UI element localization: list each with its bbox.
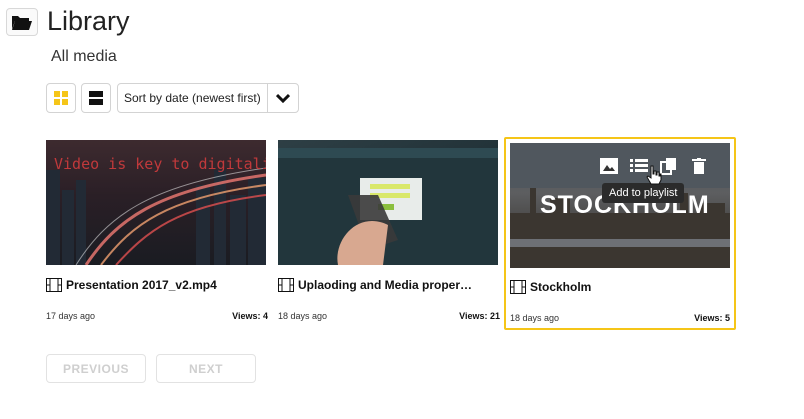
media-title: Uplaoding and Media proper…	[278, 278, 502, 292]
media-thumbnail[interactable]: Video is key to digitalization	[46, 140, 266, 265]
media-card[interactable]: Video is key to digitalization Presentat…	[46, 140, 270, 324]
previous-button[interactable]: PREVIOUS	[46, 354, 146, 383]
library-icon-box	[6, 8, 38, 36]
next-button[interactable]: NEXT	[156, 354, 256, 383]
thumbnail-caption: Video is key to digitalization	[54, 155, 266, 173]
media-title: Presentation 2017_v2.mp4	[46, 278, 270, 292]
sort-label: Sort by date (newest first)	[118, 84, 268, 112]
list-view-button[interactable]	[81, 83, 111, 113]
media-views: Views: 21	[459, 311, 500, 321]
folder-open-icon	[12, 16, 32, 30]
media-title-text: Uplaoding and Media proper…	[298, 278, 473, 292]
image-icon[interactable]	[600, 157, 618, 175]
media-thumbnail[interactable]: STOCKHOLM Add to playlist	[510, 143, 730, 268]
page-subtitle: All media	[51, 48, 117, 65]
chevron-down-icon[interactable]	[268, 84, 298, 112]
pagination: PREVIOUS NEXT	[46, 354, 256, 383]
media-date: 17 days ago	[46, 311, 96, 321]
toolbar: Sort by date (newest first)	[46, 83, 299, 113]
film-icon	[278, 278, 294, 292]
media-views: Views: 4	[232, 311, 268, 321]
media-date: 18 days ago	[510, 313, 560, 323]
sort-select[interactable]: Sort by date (newest first)	[117, 83, 299, 113]
page-title: Library	[47, 6, 130, 36]
trash-icon[interactable]	[690, 157, 708, 175]
copy-icon[interactable]	[660, 157, 678, 175]
media-thumbnail[interactable]	[278, 140, 498, 265]
hand-cursor-icon	[646, 165, 662, 185]
media-title-text: Stockholm	[530, 280, 592, 294]
film-icon	[510, 280, 526, 294]
media-card[interactable]: Uplaoding and Media proper… 18 days ago …	[278, 140, 502, 324]
media-title-text: Presentation 2017_v2.mp4	[66, 278, 217, 292]
media-date: 18 days ago	[278, 311, 328, 321]
media-views: Views: 5	[694, 313, 730, 323]
list-view-icon	[89, 91, 103, 105]
grid-view-button[interactable]	[46, 83, 76, 113]
film-icon	[46, 278, 62, 292]
media-title: Stockholm	[510, 280, 734, 294]
add-to-playlist-tooltip: Add to playlist	[602, 183, 685, 203]
grid-view-icon	[54, 91, 68, 105]
media-card-selected[interactable]: STOCKHOLM Add to playlist Stockholm 18 d…	[504, 137, 736, 330]
